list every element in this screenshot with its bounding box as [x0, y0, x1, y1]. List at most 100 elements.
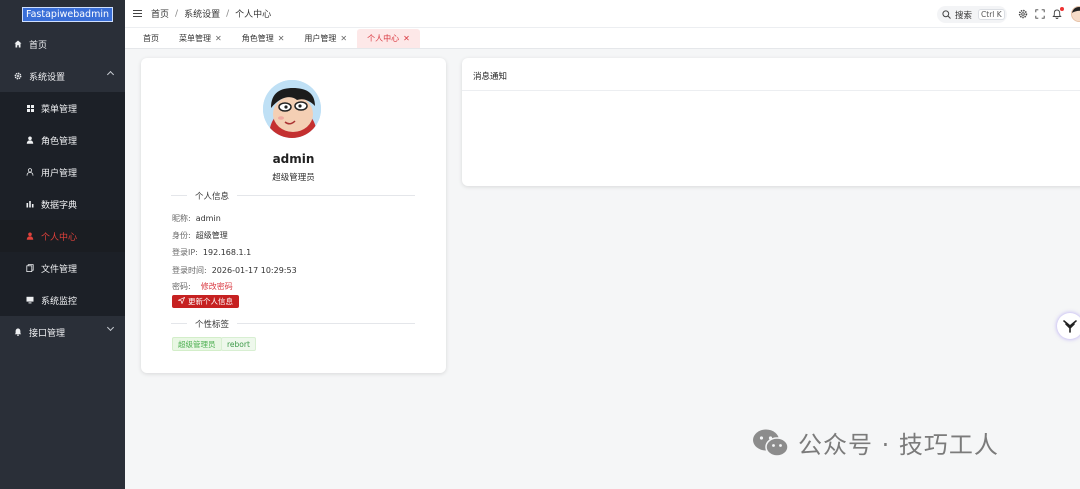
user-outline-icon	[25, 167, 35, 177]
watermark: 公众号 · 技巧工人	[752, 425, 999, 460]
sidebar: Fastapiwebadmin 首页 系统设置 菜单管理 角色管理 用户管理 数…	[0, 0, 125, 489]
sidebar-item-file-management[interactable]: 文件管理	[0, 252, 125, 284]
close-icon[interactable]: ✕	[215, 34, 222, 43]
info-row-login-ip: 登录IP: 192.168.1.1	[172, 247, 251, 258]
chevron-up-icon	[106, 70, 115, 79]
chevron-down-icon	[106, 323, 115, 332]
tab-label: 用户管理	[304, 34, 337, 43]
divider	[462, 90, 1080, 91]
sidebar-item-label: 角色管理	[41, 136, 78, 147]
sidebar-item-menu-management[interactable]: 菜单管理	[0, 92, 125, 124]
sidebar-item-api-management[interactable]: 接口管理	[0, 316, 125, 348]
notification-bell-icon[interactable]	[1051, 7, 1064, 20]
breadcrumb-item: 个人中心	[235, 10, 272, 20]
tab-label: 菜单管理	[179, 34, 211, 43]
menu-toggle-icon[interactable]	[133, 10, 142, 17]
sidebar-item-user-management[interactable]: 用户管理	[0, 156, 125, 188]
sidebar-item-label: 接口管理	[29, 328, 66, 339]
tab-label: 个人中心	[367, 34, 400, 43]
tab-menu-management[interactable]: 菜单管理 ✕	[169, 29, 232, 48]
profile-role: 超级管理员	[272, 173, 315, 183]
notification-dot	[1060, 7, 1064, 11]
search-label: 搜索	[955, 10, 973, 21]
info-row-identity: 身份: 超级管理	[172, 230, 228, 241]
sidebar-item-label: 系统设置	[29, 72, 66, 83]
sidebar-item-role-management[interactable]: 角色管理	[0, 124, 125, 156]
update-profile-button[interactable]: 更新个人信息	[172, 295, 239, 308]
tab-user-management[interactable]: 用户管理 ✕	[294, 29, 357, 48]
monitor-icon	[25, 295, 35, 305]
file-icon	[25, 263, 35, 273]
bell-icon	[13, 327, 23, 337]
tab-personal-center[interactable]: 个人中心 ✕	[357, 29, 420, 48]
tab-home[interactable]: 首页	[133, 29, 169, 48]
tab-label: 角色管理	[241, 34, 274, 43]
sidebar-item-personal-center[interactable]: 个人中心	[0, 220, 125, 252]
sidebar-item-label: 首页	[29, 40, 48, 51]
info-value: admin	[195, 214, 221, 223]
sidebar-item-label: 个人中心	[41, 232, 78, 243]
watermark-text: 公众号 · 技巧工人	[798, 431, 999, 459]
tab-bar: 首页 菜单管理 ✕ 角色管理 ✕ 用户管理 ✕ 个人中心 ✕	[125, 28, 1080, 49]
sidebar-item-label: 文件管理	[41, 264, 78, 275]
sidebar-item-label: 菜单管理	[41, 104, 78, 115]
sidebar-item-label: 系统监控	[41, 296, 78, 307]
send-icon	[177, 296, 186, 306]
info-row-password: 密码: 修改密码	[172, 281, 233, 292]
info-row-nickname: 昵称: admin	[172, 213, 221, 224]
breadcrumb: 首页 / 系统设置 / 个人中心	[151, 7, 272, 21]
user-icon	[25, 135, 35, 145]
top-header: 首页 / 系统设置 / 个人中心 搜索 Ctrl K	[125, 0, 1080, 28]
update-profile-label: 更新个人信息	[188, 297, 233, 306]
profile-avatar	[263, 80, 321, 138]
info-value: 192.168.1.1	[202, 248, 252, 257]
chart-icon	[25, 199, 35, 209]
section-title-tags: 个性标签	[187, 318, 238, 330]
info-value: 超级管理	[195, 231, 228, 240]
sidebar-item-home[interactable]: 首页	[0, 28, 125, 60]
logo-text: Fastapiwebadmin	[22, 6, 113, 22]
info-label: 登录时间:	[172, 266, 207, 275]
info-label: 昵称:	[172, 214, 191, 223]
tag: 超级管理员	[172, 337, 222, 351]
breadcrumb-separator: /	[226, 8, 230, 19]
notification-title: 消息通知	[473, 72, 508, 82]
tab-role-management[interactable]: 角色管理 ✕	[232, 29, 295, 48]
tag: rebort	[221, 337, 256, 351]
search-shortcut: Ctrl K	[978, 9, 1005, 20]
sidebar-item-system-settings[interactable]: 系统设置	[0, 60, 125, 92]
search-button[interactable]: 搜索 Ctrl K	[937, 6, 1007, 23]
sidebar-item-data-dictionary[interactable]: 数据字典	[0, 188, 125, 220]
logo[interactable]: Fastapiwebadmin	[0, 0, 125, 28]
profile-name: admin	[272, 152, 315, 166]
tab-label: 首页	[143, 34, 159, 43]
gear-icon	[13, 71, 23, 81]
search-icon	[942, 10, 951, 19]
notification-card: 消息通知	[462, 58, 1080, 186]
close-icon[interactable]: ✕	[403, 34, 410, 43]
wechat-icon	[752, 428, 790, 458]
person-icon	[25, 231, 35, 241]
breadcrumb-item[interactable]: 首页	[151, 7, 169, 20]
profile-card: admin 超级管理员 个人信息 昵称: admin 身份: 超级管理 登录IP: 1…	[141, 58, 446, 373]
sidebar-item-label: 数据字典	[41, 200, 78, 211]
sidebar-item-label: 用户管理	[41, 168, 78, 179]
close-icon[interactable]: ✕	[340, 34, 347, 43]
breadcrumb-separator: /	[175, 8, 179, 19]
grid-icon	[25, 103, 35, 113]
close-icon[interactable]: ✕	[278, 34, 285, 43]
change-password-link[interactable]: 修改密码	[201, 282, 233, 291]
info-value: 2026-01-17 10:29:53	[211, 266, 297, 275]
breadcrumb-item[interactable]: 系统设置	[184, 7, 220, 20]
info-row-login-time: 登录时间: 2026-01-17 10:29:53	[172, 265, 297, 276]
avatar[interactable]	[1071, 6, 1080, 22]
settings-icon[interactable]	[1017, 8, 1029, 20]
info-label: 登录IP:	[172, 248, 198, 257]
fullscreen-icon[interactable]	[1034, 8, 1046, 20]
floating-assistant-button[interactable]	[1057, 313, 1080, 339]
section-title-personal-info: 个人信息	[187, 190, 238, 202]
sidebar-item-system-monitor[interactable]: 系统监控	[0, 284, 125, 316]
info-label: 身份:	[172, 231, 191, 240]
info-label: 密码:	[172, 282, 191, 291]
home-icon	[13, 39, 23, 49]
